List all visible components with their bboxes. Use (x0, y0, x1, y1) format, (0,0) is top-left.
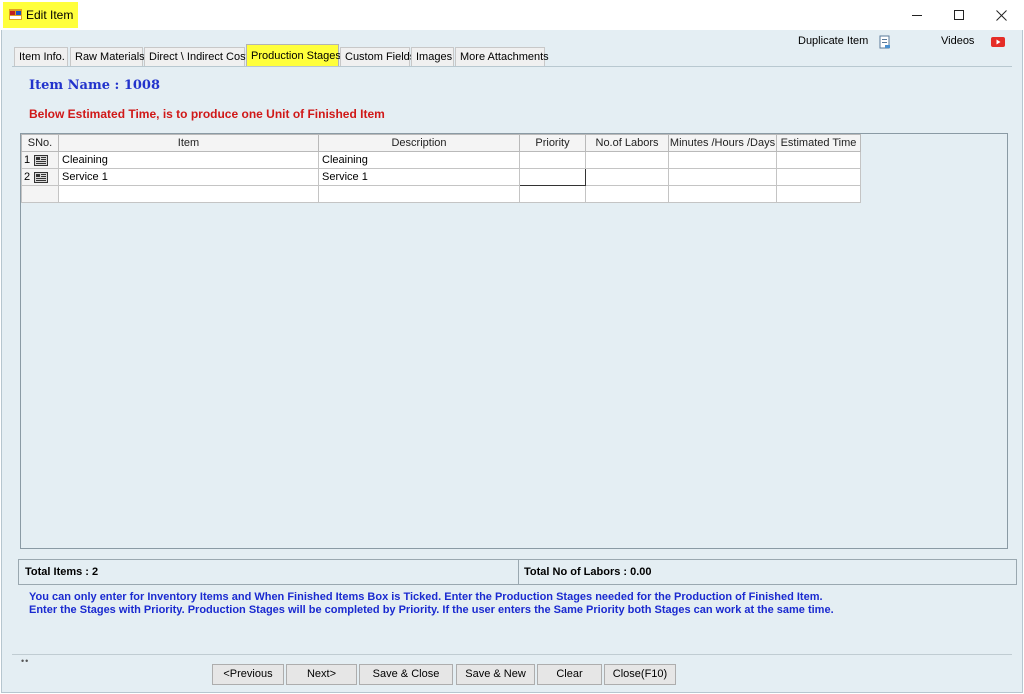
minimize-button[interactable] (894, 0, 940, 30)
new-row-description-cell[interactable] (318, 185, 520, 203)
col-header-unit[interactable]: Minutes /Hours /Days (668, 134, 777, 152)
totals-divider (518, 560, 519, 584)
estimated-time-note: Below Estimated Time, is to produce one … (29, 107, 385, 121)
new-row-estimated-time-cell[interactable] (776, 185, 861, 203)
totals-bar: Total Items : 2 Total No of Labors : 0.0… (18, 559, 1017, 585)
tab-direct-indirect-cost[interactable]: Direct \ Indirect Cost (144, 47, 249, 66)
row-labors-cell[interactable] (585, 151, 669, 169)
row-description-cell[interactable]: Service 1 (318, 168, 520, 186)
new-row-priority-cell[interactable] (519, 185, 586, 203)
row-form-icon[interactable] (34, 171, 49, 183)
row-description-cell[interactable]: Cleaining (318, 151, 520, 169)
tab-custom-fields[interactable]: Custom Fields (340, 47, 415, 66)
row-sno-cell: 2 (21, 168, 59, 186)
table-row[interactable]: 1 Cleaining Cleaining (21, 151, 861, 169)
new-row[interactable] (21, 185, 861, 203)
clear-button[interactable]: Clear (537, 664, 602, 685)
total-items-label: Total Items : 2 (25, 566, 99, 578)
next-button[interactable]: Next> (286, 664, 357, 685)
save-close-button[interactable]: Save & Close (359, 664, 453, 685)
col-header-priority[interactable]: Priority (519, 134, 586, 152)
maximize-button[interactable] (936, 0, 982, 30)
row-unit-cell[interactable] (668, 168, 777, 186)
maximize-icon (953, 9, 964, 20)
tab-more-attachments[interactable]: More Attachments (455, 47, 549, 66)
col-header-estimated-time[interactable]: Estimated Time (776, 134, 861, 152)
videos-link[interactable]: Videos (941, 35, 974, 47)
previous-button[interactable]: <Previous (212, 664, 284, 685)
row-labors-cell[interactable] (585, 168, 669, 186)
splitter-grip-icon[interactable]: •• (21, 656, 29, 666)
new-row-labors-cell[interactable] (585, 185, 669, 203)
app-icon (9, 9, 22, 20)
info-line-1: You can only enter for Inventory Items a… (29, 591, 823, 603)
row-item-cell[interactable]: Service 1 (58, 168, 319, 186)
total-labors-label: Total No of Labors : 0.00 (524, 566, 652, 578)
close-button[interactable] (978, 0, 1024, 30)
col-header-item[interactable]: Item (58, 134, 319, 152)
row-sno: 2 (24, 171, 31, 183)
grid-header-row: SNo. Item Description Priority No.of Lab… (21, 134, 861, 152)
tab-item-info[interactable]: Item Info. (14, 47, 68, 66)
window-title: Edit Item (26, 8, 74, 22)
row-estimated-time-cell[interactable] (776, 168, 861, 186)
title-bar: Edit Item (0, 0, 1024, 30)
info-text: You can only enter for Inventory Items a… (29, 591, 834, 617)
duplicate-item-link[interactable]: Duplicate Item (798, 35, 868, 47)
new-row-unit-cell[interactable] (668, 185, 777, 203)
minimize-icon (911, 14, 922, 16)
table-row[interactable]: 2 Service 1 Service 1 (21, 168, 861, 186)
col-header-sno[interactable]: SNo. (21, 134, 59, 152)
new-row-item-cell[interactable] (58, 185, 319, 203)
production-stages-grid: SNo. Item Description Priority No.of Lab… (21, 134, 861, 203)
bottom-separator (12, 654, 1012, 655)
youtube-icon[interactable] (991, 37, 1005, 47)
close-f10-button[interactable]: Close(F10) (604, 664, 676, 685)
row-sno-cell: 1 (21, 151, 59, 169)
row-sno: 1 (24, 154, 31, 166)
item-name-label: Item Name : 1008 (29, 78, 161, 93)
tab-raw-materials[interactable]: Raw Materials (70, 47, 145, 66)
row-form-icon[interactable] (34, 154, 49, 166)
info-line-2: Enter the Stages with Priority. Producti… (29, 604, 834, 616)
tab-images[interactable]: Images (411, 47, 454, 66)
row-priority-cell[interactable] (519, 151, 586, 169)
new-row-sno-cell (21, 185, 59, 203)
tab-panel-border (12, 66, 1012, 67)
row-unit-cell[interactable] (668, 151, 777, 169)
save-new-button[interactable]: Save & New (456, 664, 535, 685)
col-header-labors[interactable]: No.of Labors (585, 134, 669, 152)
tab-production-stages[interactable]: Production Stages (246, 44, 341, 66)
col-header-description[interactable]: Description (318, 134, 520, 152)
duplicate-icon[interactable] (879, 35, 891, 49)
close-icon (995, 9, 1007, 21)
row-estimated-time-cell[interactable] (776, 151, 861, 169)
row-item-cell[interactable]: Cleaining (58, 151, 319, 169)
row-priority-cell[interactable] (519, 168, 586, 186)
